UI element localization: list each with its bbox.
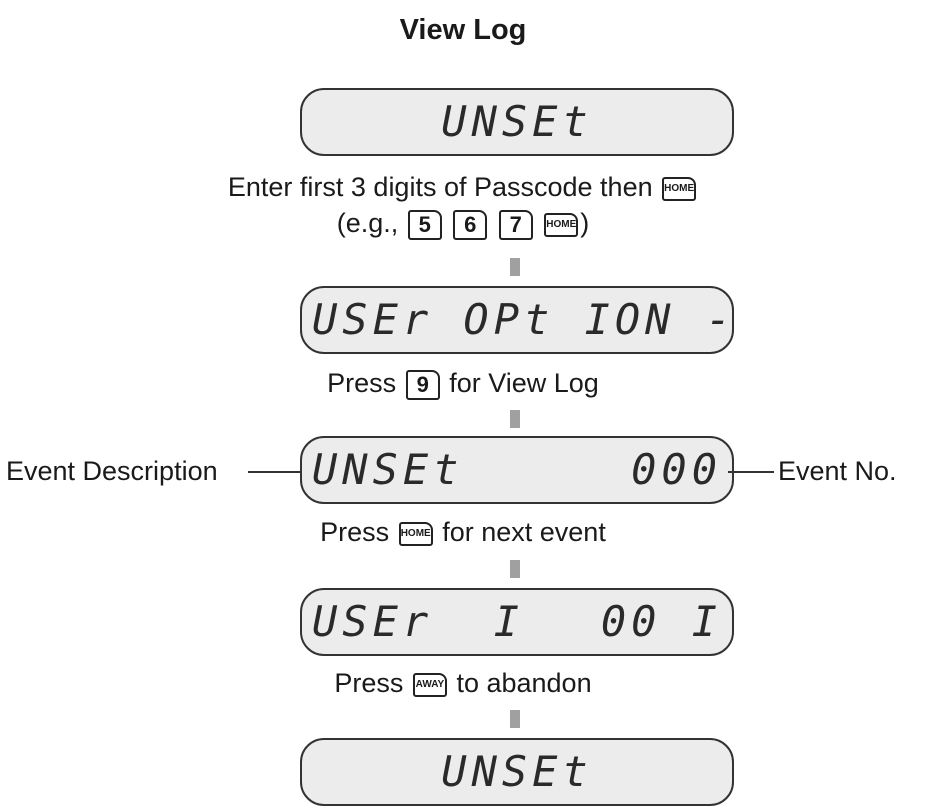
key-9-icon: 9 (405, 369, 440, 400)
lcd-event-description: UNSEt (312, 445, 464, 494)
away-key-icon: AWAY (412, 672, 447, 697)
event-no-label: Event No. (778, 456, 897, 486)
lcd-text: USEr OPt ION - (312, 295, 737, 344)
home-key-icon: HOME (398, 521, 433, 546)
flow-connector (510, 258, 520, 276)
example-prefix: (e.g., (336, 208, 399, 238)
lcd-text: UNSEt (441, 747, 593, 796)
lcd-display-user-option: USEr OPt ION - (300, 286, 734, 354)
step3-prefix: Press (320, 517, 390, 547)
key-7-icon: 7 (498, 209, 533, 240)
home-key-icon: HOME (544, 212, 579, 237)
event-no-leader (728, 471, 774, 473)
lcd-event-number: 000 (631, 445, 722, 494)
flow-connector (510, 410, 520, 428)
home-key-icon: HOME (662, 176, 697, 201)
lcd-text: UNSEt (441, 97, 593, 146)
step1-instruction: Enter first 3 digits of Passcode then HO… (0, 170, 926, 204)
step4-prefix: Press (334, 668, 404, 698)
step2-prefix: Press (327, 368, 397, 398)
step3-instruction: Press HOME for next event (0, 515, 926, 549)
step4-suffix: to abandon (456, 668, 592, 698)
lcd-event-number: 00 I (600, 597, 722, 646)
lcd-display-event: UNSEt 000 (300, 436, 734, 504)
lcd-display-unset: UNSEt (300, 88, 734, 156)
example-suffix: ) (580, 208, 590, 238)
event-description-label: Event Description (6, 456, 218, 486)
event-description-leader (248, 471, 302, 473)
step2-suffix: for View Log (449, 368, 599, 398)
step1-example: (e.g., 5 6 7 HOME) (0, 206, 926, 240)
page-title: View Log (399, 14, 527, 46)
step4-instruction: Press AWAY to abandon (0, 666, 926, 700)
step3-suffix: for next event (442, 517, 606, 547)
lcd-display-user1: USEr I 00 I (300, 588, 734, 656)
step1-text: Enter first 3 digits of Passcode then (227, 172, 653, 202)
flow-connector (510, 710, 520, 728)
step2-instruction: Press 9 for View Log (0, 366, 926, 400)
key-6-icon: 6 (453, 209, 488, 240)
flow-connector (510, 560, 520, 578)
lcd-event-description: USEr I (312, 597, 525, 646)
key-5-icon: 5 (407, 209, 442, 240)
lcd-display-unset-final: UNSEt (300, 738, 734, 806)
